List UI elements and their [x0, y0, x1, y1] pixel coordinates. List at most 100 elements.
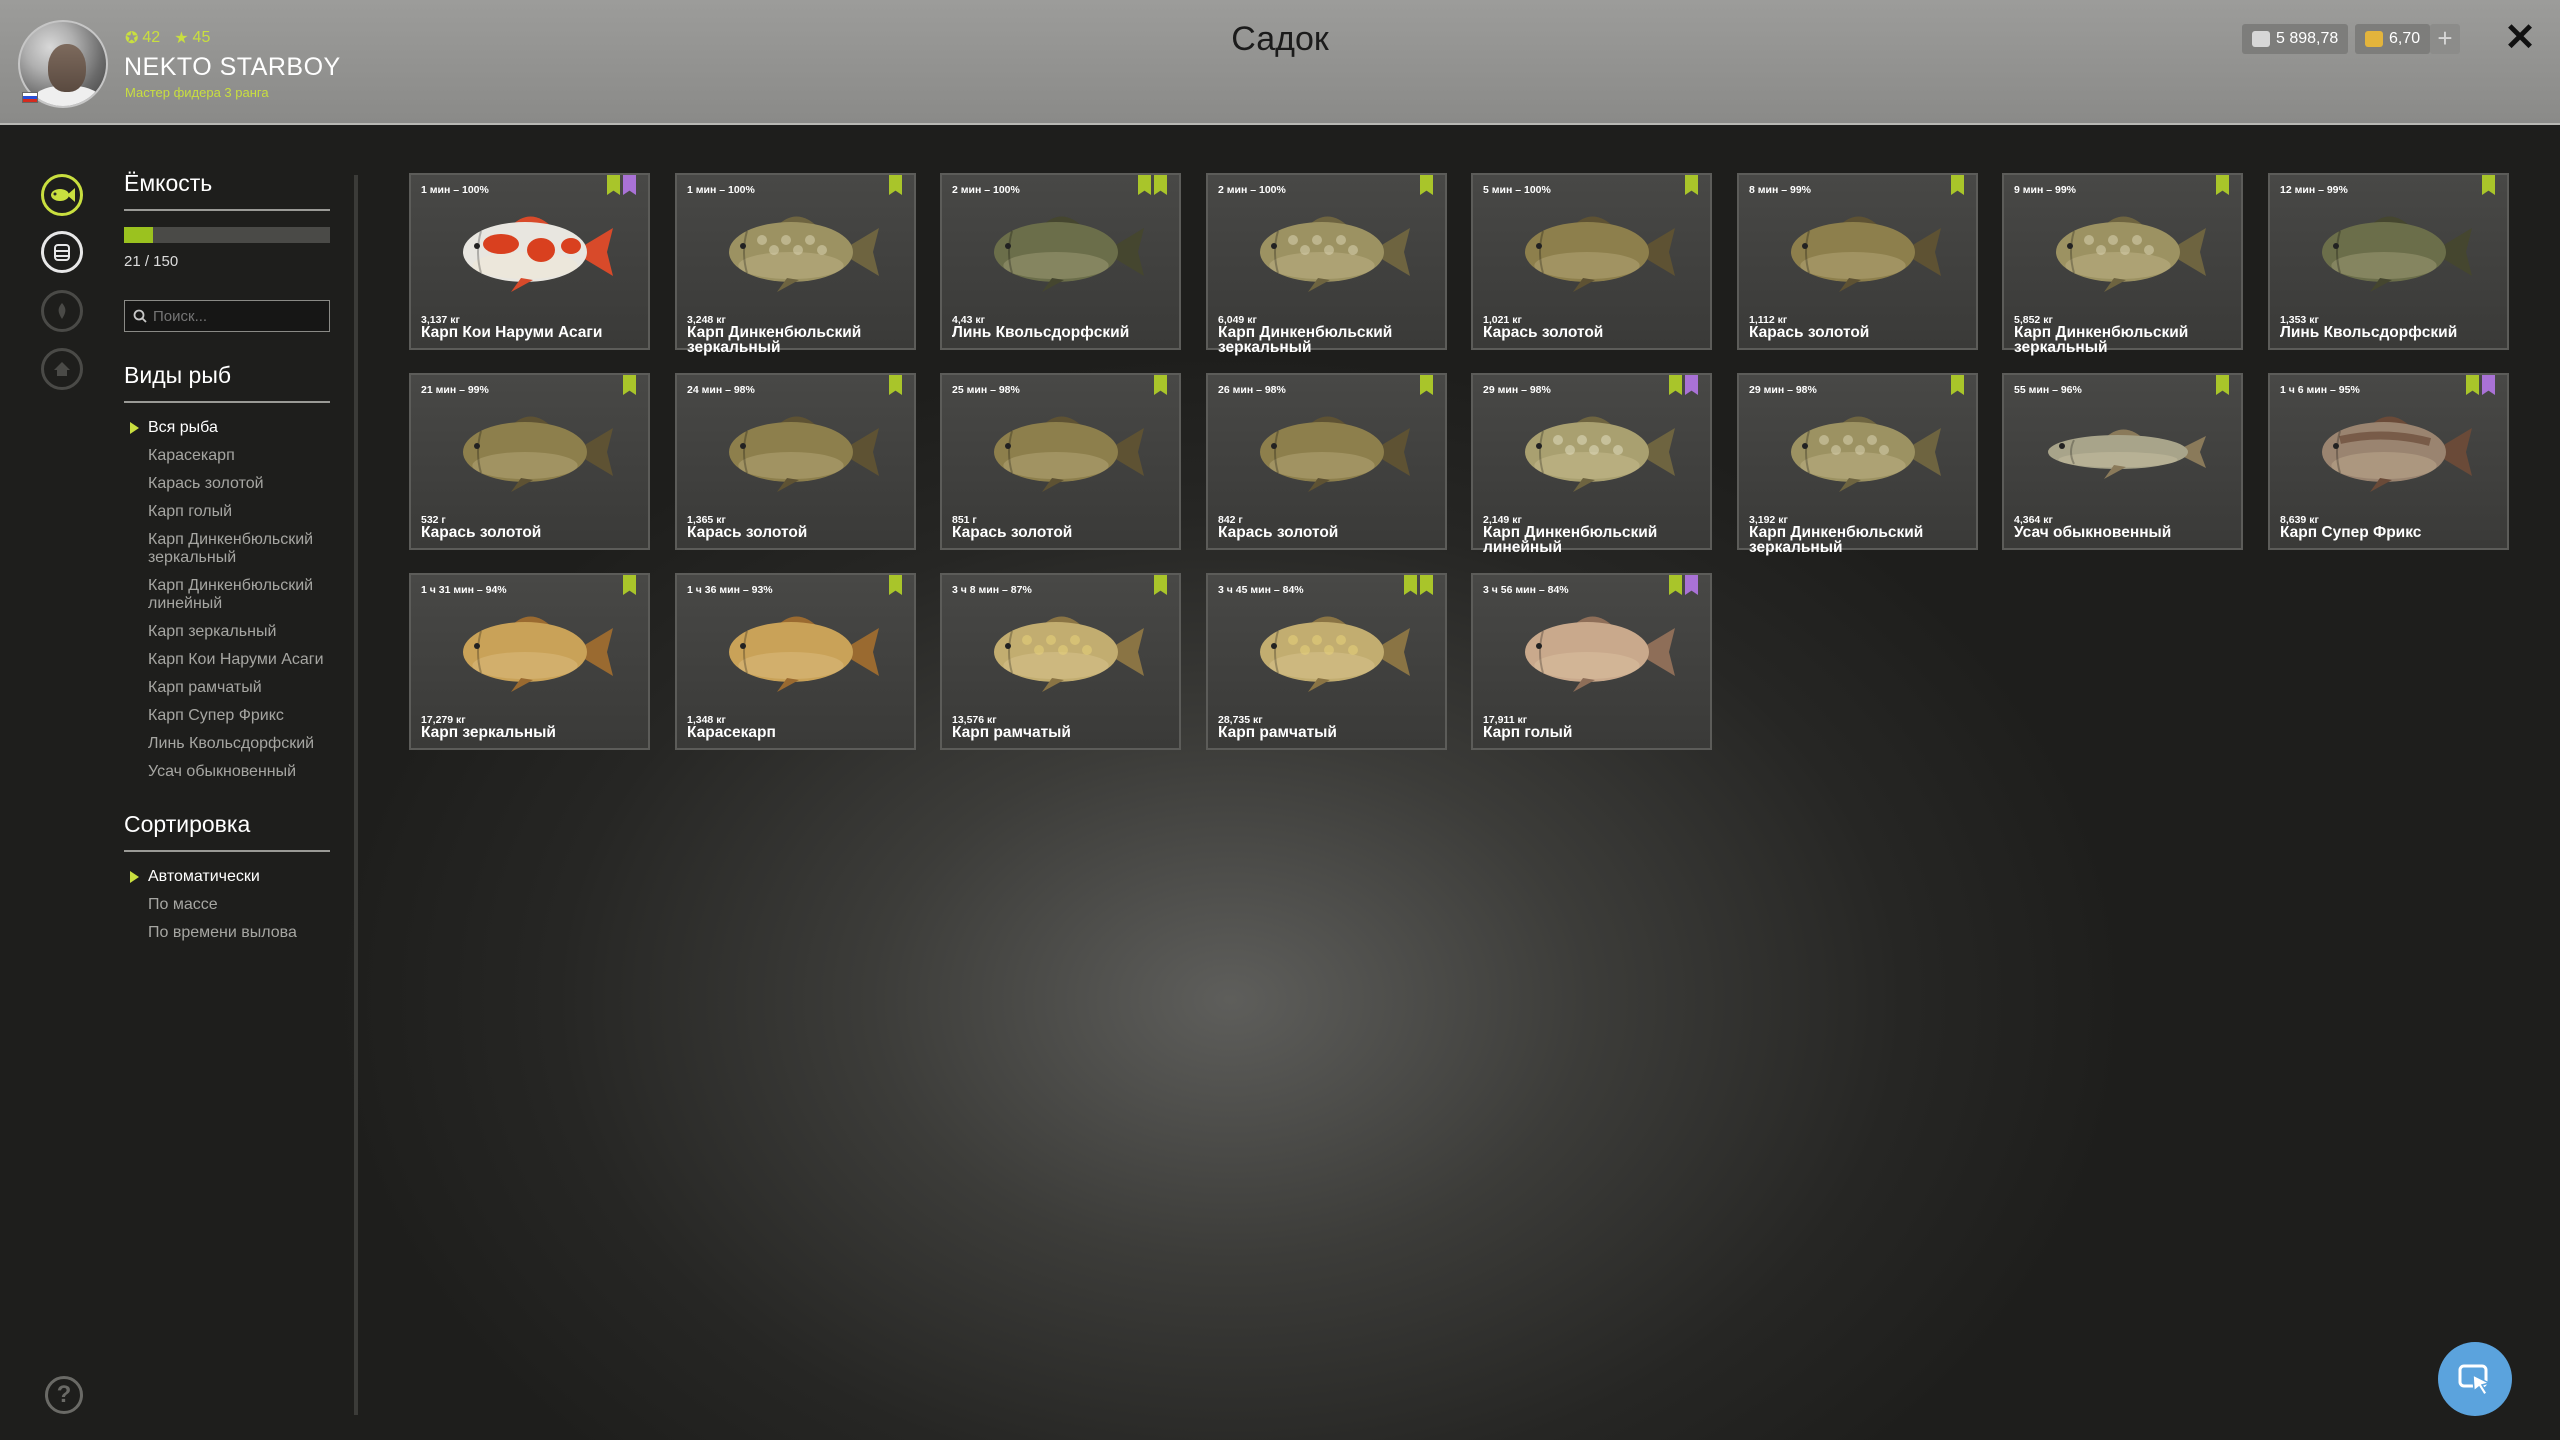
fish-image [1525, 616, 1675, 692]
fish-time: 26 мин – 98% [1218, 384, 1286, 396]
fish-card[interactable]: 29 мин – 98% 2,149 кг Карп Динкенбюльский … [1471, 373, 1712, 555]
search-input[interactable] [153, 307, 323, 325]
fish-image [2048, 429, 2206, 479]
yellow-bookmark-icon [1154, 175, 1167, 195]
fish-time: 2 мин – 100% [1218, 184, 1286, 196]
fish-name: Карп Кои Наруми Асаги [421, 324, 603, 341]
fish-card[interactable]: 8 мин – 99% 1,112 кг Карась золотой [1737, 173, 1978, 350]
fish-image [463, 416, 613, 492]
fish-card[interactable]: 21 мин – 99% 532 г Карась золотой [409, 373, 650, 550]
species-filter-all[interactable]: Вся рыба [124, 419, 330, 437]
badge-group [889, 575, 902, 595]
fish-time: 1 ч 36 мин – 93% [687, 584, 773, 596]
species-filter-item[interactable]: Карп рамчатый [124, 679, 330, 697]
fish-icon[interactable] [41, 174, 83, 216]
badge-group [1138, 175, 1167, 195]
green-bookmark-icon [2216, 375, 2229, 395]
badge-group [889, 175, 902, 195]
fish-time: 29 мин – 98% [1483, 384, 1551, 396]
help-icon[interactable]: ? [45, 1376, 83, 1414]
species-filter-item[interactable]: Карп Кои Наруми Асаги [124, 651, 330, 669]
fish-time: 21 мин – 99% [421, 384, 489, 396]
green-bookmark-icon [1404, 575, 1417, 595]
sort-options-list: Автоматически По массе По времени вылова [124, 868, 330, 942]
species-filter-item[interactable]: Усач обыкновенный [124, 763, 330, 781]
fish-card[interactable]: 1 мин – 100% 3,137 кг Карп Кои Наруми Асаг… [409, 173, 650, 350]
fish-card[interactable]: 3 ч 45 мин – 84% 28,735 кг Карп рамчатый [1206, 573, 1447, 750]
green-bookmark-icon [889, 375, 902, 395]
fish-image [2322, 416, 2472, 492]
fish-name: Карп рамчатый [952, 724, 1071, 741]
fish-name: Линь Кволь­сдорфский [2280, 324, 2458, 341]
capacity-bar [124, 227, 330, 243]
fish-image [2322, 216, 2472, 292]
fish-name: Карп Динкенбюльский зеркальный [687, 324, 862, 356]
fish-time: 55 мин – 96% [2014, 384, 2082, 396]
gold-coin-icon [2365, 31, 2383, 47]
badge-group [889, 375, 902, 395]
sort-option[interactable]: По массе [124, 896, 330, 914]
species-filter-item[interactable]: Карп Динкенбюльский линейный [124, 577, 330, 613]
badge-group [1154, 375, 1167, 395]
fish-name: Карась золотой [1749, 324, 1870, 341]
capacity-title: Ёмкость [124, 170, 330, 211]
fish-card[interactable]: 1 мин – 100% 3,248 кг Карп Динкенбюльский … [675, 173, 916, 355]
fish-card[interactable]: 3 ч 56 мин – 84% 17,911 кг Карп голый [1471, 573, 1712, 750]
badge-group [2216, 175, 2229, 195]
fish-card[interactable]: 24 мин – 98% 1,365 кг Карась золотой [675, 373, 916, 550]
species-filter-item[interactable]: Линь Кволь­сдорфский [124, 735, 330, 753]
silver-balance[interactable]: 5 898,78 [2242, 24, 2349, 54]
fish-card[interactable]: 2 мин – 100% 6,049 кг Карп Динкенбюльский … [1206, 173, 1447, 355]
fish-card[interactable]: 1 ч 6 мин – 95% 8,639 кг Карп Супер Фрикс [2268, 373, 2509, 550]
search-box[interactable] [124, 300, 330, 332]
species-filter-item[interactable]: Карась золотой [124, 475, 330, 493]
fish-card[interactable]: 25 мин – 98% 851 г Карась золотой [940, 373, 1181, 550]
badge-group [1154, 575, 1167, 595]
fish-card[interactable]: 12 мин – 99% 1,353 кг Линь Кволь­сдорфский [2268, 173, 2509, 350]
home-icon[interactable] [41, 348, 83, 390]
species-filter-item[interactable]: Карасекарп [124, 447, 330, 465]
gold-balance[interactable]: 6,70 [2355, 24, 2431, 54]
close-button[interactable]: ✕ [2502, 18, 2538, 58]
fish-card[interactable]: 29 мин – 98% 3,192 кг Карп Динкенбюльский … [1737, 373, 1978, 555]
sort-title: Сортировка [124, 811, 330, 852]
add-currency-button[interactable]: + [2430, 24, 2460, 54]
fish-time: 3 ч 45 мин – 84% [1218, 584, 1304, 596]
sort-option[interactable]: По времени вылова [124, 924, 330, 942]
species-filter-item[interactable]: Карп Супер Фрикс [124, 707, 330, 725]
cursor-mode-button[interactable] [2438, 1342, 2512, 1416]
fish-name: Карп голый [1483, 724, 1573, 741]
green-bookmark-icon [1951, 175, 1964, 195]
fish-card[interactable]: 2 мин – 100% 4,43 кг Линь Кволь­сдорфский [940, 173, 1181, 350]
gold-value: 6,70 [2389, 30, 2421, 47]
fish-card[interactable]: 1 ч 36 мин – 93% 1,348 кг Карасекарп [675, 573, 916, 750]
sidebar: Ёмкость 21 / 150 Виды рыб Вся рыба Карасе… [124, 170, 330, 952]
fish-card[interactable]: 3 ч 8 мин – 87% 13,576 кг Карп рамчатый [940, 573, 1181, 750]
species-filter-item[interactable]: Карп голый [124, 503, 330, 521]
species-filter-item[interactable]: Карп зеркальный [124, 623, 330, 641]
fish-card[interactable]: 9 мин – 99% 5,852 кг Карп Динкенбюльский з… [2002, 173, 2243, 355]
fish-name: Карп рамчатый [1218, 724, 1337, 741]
fish-image [994, 216, 1144, 292]
fish-image [1260, 416, 1410, 492]
fish-image [729, 216, 879, 292]
fish-card[interactable]: 5 мин – 100% 1,021 кг Карась золотой [1471, 173, 1712, 350]
fish-image [463, 216, 613, 292]
purple-bookmark-icon [1685, 375, 1698, 395]
fish-image [1525, 216, 1675, 292]
fish-card[interactable]: 55 мин – 96% 4,364 кг Усач обыкновенный [2002, 373, 2243, 550]
fish-card[interactable]: 1 ч 31 мин – 94% 17,279 кг Карп зеркальный [409, 573, 650, 750]
purple-bookmark-icon [1685, 575, 1698, 595]
sort-option[interactable]: Автоматически [124, 868, 330, 886]
search-icon [133, 309, 147, 323]
fish-name: Карась золотой [687, 524, 808, 541]
fish-image [463, 616, 613, 692]
top-bar: ✪ 42 ★ 45 NEKTO STARBOY Мастер фидера 3 … [0, 0, 2560, 125]
fish-image [994, 416, 1144, 492]
keepnet-icon[interactable] [41, 231, 83, 273]
species-filter-item[interactable]: Карп Динкенбюльский зеркальный [124, 531, 330, 567]
badge-group [1669, 575, 1698, 595]
campfire-icon[interactable] [41, 290, 83, 332]
green-bookmark-icon [1669, 375, 1682, 395]
fish-card[interactable]: 26 мин – 98% 842 г Карась золотой [1206, 373, 1447, 550]
